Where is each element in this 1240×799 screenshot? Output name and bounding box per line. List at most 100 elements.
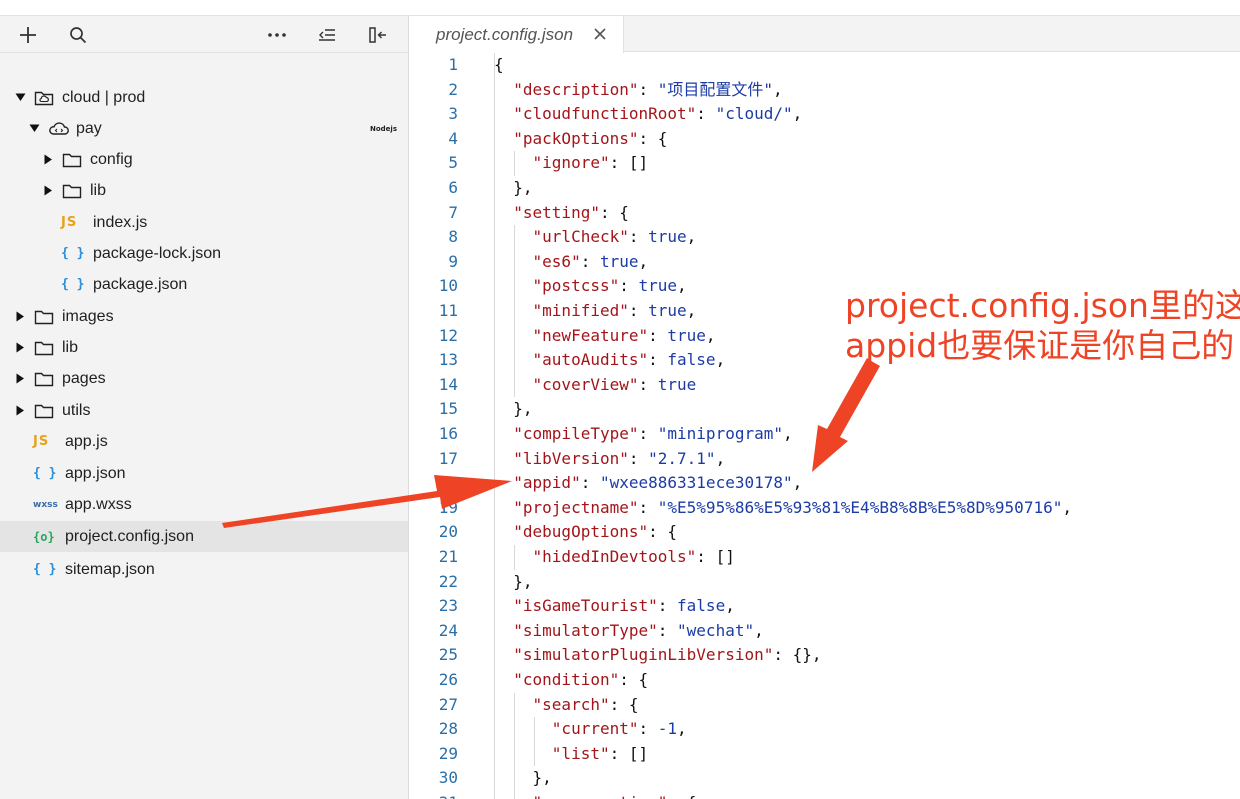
tree-item[interactable]: pay Nodejs — [0, 113, 408, 144]
code-line[interactable]: 8 "urlCheck": true, — [410, 225, 1240, 250]
tree-item[interactable]: { } app.json — [0, 458, 408, 489]
indent-guide — [514, 225, 515, 398]
code-text: "simulatorType": "wechat", — [513, 620, 764, 640]
code-text: "minified": true, — [532, 301, 697, 320]
code-line[interactable]: 16 "compileType": "miniprogram", — [410, 422, 1240, 447]
panel-left-icon[interactable] — [365, 22, 391, 48]
line-number: 26 — [438, 670, 458, 689]
code-text: "debugOptions": { — [513, 522, 678, 542]
chevron-down-icon[interactable] — [14, 92, 26, 104]
tree-item-label: config — [90, 150, 133, 168]
line-number: 8 — [448, 227, 458, 247]
line-number: 15 — [438, 399, 458, 419]
tree-item[interactable]: { } package.json — [0, 269, 408, 300]
code-line[interactable]: 23 "isGameTourist": false, — [410, 594, 1240, 619]
code-line[interactable]: 27 "search": { — [410, 693, 1240, 718]
code-text: { — [494, 55, 504, 74]
code-line[interactable]: 21 "hidedInDevtools": [] — [410, 545, 1240, 570]
tree-item[interactable]: lib — [0, 332, 408, 363]
code-line[interactable]: 26 "condition": { — [410, 668, 1240, 693]
code-line[interactable]: 31 "conversation": { — [410, 791, 1240, 799]
config-file-icon: {o} — [33, 529, 55, 544]
tree-item[interactable]: JS index.js — [0, 207, 408, 238]
chevron-right-icon[interactable] — [14, 373, 26, 385]
code-line[interactable]: 20 "debugOptions": { — [410, 520, 1240, 545]
code-line[interactable]: 5 "ignore": [] — [410, 151, 1240, 176]
tree-item[interactable]: images — [0, 301, 408, 332]
code-text: }, — [494, 399, 533, 419]
indent-guide — [514, 692, 515, 799]
code-line[interactable]: 3 "cloudfunctionRoot": "cloud/", — [410, 102, 1240, 127]
indent-guide — [534, 717, 535, 767]
code-text: "libVersion": "2.7.1", — [513, 448, 726, 468]
json-file-icon: { } — [61, 246, 85, 261]
tree-item[interactable]: {o} project.config.json — [0, 521, 408, 552]
indent-guide — [494, 53, 495, 799]
folder-icon — [62, 152, 82, 168]
more-icon[interactable] — [264, 22, 290, 48]
tree-item[interactable]: wxss app.wxss — [0, 489, 408, 520]
file-explorer: cloud | prod pay Nodejs config lib JS index.js… — [0, 16, 409, 799]
code-line[interactable]: 25 "simulatorPluginLibVersion": {}, — [410, 643, 1240, 668]
line-number: 3 — [448, 104, 458, 124]
tree-item-label: index.js — [93, 213, 148, 231]
code-text: "autoAudits": false, — [532, 350, 726, 370]
code-line[interactable]: 7 "setting": { — [410, 201, 1240, 226]
line-number: 2 — [448, 79, 458, 99]
line-number: 16 — [438, 424, 458, 443]
close-icon[interactable] — [593, 27, 607, 41]
code-text: "ignore": [] — [532, 153, 649, 173]
code-editor: project.config.json 1{2 "description": "… — [410, 16, 1240, 799]
tree-item[interactable]: config — [0, 144, 408, 175]
code-line[interactable]: 6 }, — [410, 176, 1240, 201]
annotation-line-2: appid也要保证是你自己的 — [845, 326, 1235, 365]
line-number: 24 — [438, 620, 458, 640]
tree-item-label: sitemap.json — [65, 560, 155, 578]
line-number: 23 — [438, 596, 458, 616]
tree-item[interactable]: cloud | prod — [0, 82, 408, 113]
outdent-icon[interactable] — [314, 22, 340, 48]
code-text: "isGameTourist": false, — [513, 596, 735, 616]
tree-item[interactable]: utils — [0, 395, 408, 426]
code-text: }, — [494, 571, 533, 591]
code-text: "simulatorPluginLibVersion": {}, — [513, 645, 822, 665]
chevron-right-icon[interactable] — [14, 311, 26, 323]
line-number: 18 — [438, 473, 458, 493]
chevron-down-icon[interactable] — [28, 123, 40, 135]
chevron-right-icon[interactable] — [42, 185, 54, 197]
code-line[interactable]: 14 "coverView": true — [410, 373, 1240, 398]
chevron-right-icon[interactable] — [14, 405, 26, 417]
code-line[interactable]: 1{ — [410, 53, 1240, 78]
code-line[interactable]: 24 "simulatorType": "wechat", — [410, 619, 1240, 644]
code-text: "projectname": "%E5%95%86%E5%93%81%E4%B8… — [513, 497, 1072, 517]
tree-item[interactable]: JS app.js — [0, 426, 408, 457]
code-line[interactable]: 18 "appid": "wxee886331ece30178", — [410, 471, 1240, 496]
code-line[interactable]: 17 "libVersion": "2.7.1", — [410, 447, 1240, 472]
line-number: 12 — [438, 325, 458, 345]
code-line[interactable]: 19 "projectname": "%E5%95%86%E5%93%81%E4… — [410, 496, 1240, 521]
plus-icon[interactable] — [15, 22, 41, 48]
tree-item[interactable]: { } sitemap.json — [0, 554, 408, 585]
code-text: "search": { — [532, 694, 639, 714]
chevron-right-icon[interactable] — [14, 342, 26, 354]
annotation-text: project.config.json里的这个 appid也要保证是你自己的 — [845, 286, 1240, 366]
line-number: 14 — [438, 374, 458, 394]
code-line[interactable]: 4 "packOptions": { — [410, 127, 1240, 152]
line-number: 21 — [438, 547, 458, 566]
tab-project-config-json[interactable]: project.config.json — [410, 16, 624, 53]
chevron-right-icon[interactable] — [42, 154, 54, 166]
code-text: "coverView": true — [532, 374, 697, 394]
search-icon[interactable] — [65, 22, 91, 48]
code-text: "appid": "wxee886331ece30178", — [513, 473, 803, 493]
tree-item[interactable]: { } package-lock.json — [0, 238, 408, 269]
code-text: "description": "项目配置文件", — [513, 79, 783, 99]
code-line[interactable]: 2 "description": "项目配置文件", — [410, 78, 1240, 103]
tree-item[interactable]: lib — [0, 175, 408, 206]
tree-item[interactable]: pages — [0, 363, 408, 394]
code-line[interactable]: 9 "es6": true, — [410, 250, 1240, 275]
code-line[interactable]: 22 }, — [410, 570, 1240, 595]
js-file-icon: JS — [33, 434, 50, 449]
code-line[interactable]: 30 }, — [410, 766, 1240, 791]
code-line[interactable]: 15 }, — [410, 397, 1240, 422]
code-area[interactable]: 1{2 "description": "项目配置文件", 3 "cloudfunc… — [410, 53, 1240, 799]
